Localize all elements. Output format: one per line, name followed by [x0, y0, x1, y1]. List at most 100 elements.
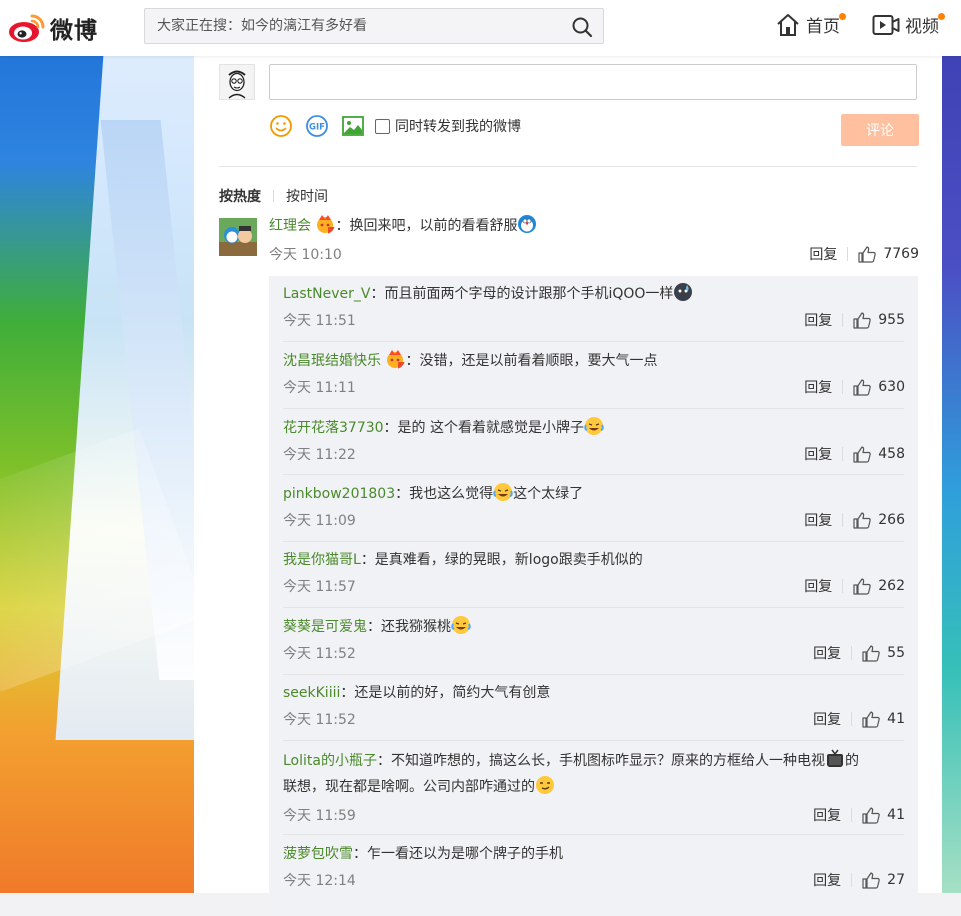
reply-time: 今天 11:09 [283, 513, 356, 529]
reply-actions: 回复 55 [813, 643, 905, 663]
laugh-cry-emoji-icon [584, 417, 604, 435]
like-button[interactable]: 630 [853, 378, 905, 396]
gif-icon[interactable]: GIF [305, 114, 329, 138]
reply-button[interactable]: 回复 [804, 377, 832, 397]
doraemon-emoji-icon [518, 215, 537, 233]
like-button[interactable]: 262 [853, 577, 905, 595]
reply-button[interactable]: 回复 [813, 805, 841, 825]
sort-by-hot-tab[interactable]: 按热度 [219, 186, 261, 206]
reply-username[interactable]: 菠萝包吹雪 [283, 846, 353, 862]
thumbs-up-icon [862, 806, 880, 824]
reply-time: 今天 11:51 [283, 313, 356, 329]
reply-item: seekKiiii：还是以前的好，简约大气有创意 今天 11:52 回复 41 [283, 682, 905, 741]
reply-username[interactable]: 我是你猫哥L [283, 552, 361, 568]
reply-button[interactable]: 回复 [813, 870, 841, 890]
search-icon[interactable] [571, 16, 593, 38]
comment-time: 今天 10:10 [269, 247, 342, 263]
reply-text-line2: 联想，现在都是啥啊。公司内部咋通过的 [283, 779, 535, 795]
like-count: 55 [887, 645, 905, 661]
comment-username[interactable]: 红理会 [269, 218, 311, 234]
like-count: 27 [887, 872, 905, 888]
reply-username[interactable]: 葵葵是可爱鬼 [283, 619, 367, 635]
reply-text: ：而且前面两个字母的设计跟那个手机iQOO一样 [370, 286, 674, 302]
repost-checkbox[interactable] [375, 118, 390, 134]
reply-actions: 回复 955 [804, 310, 905, 330]
reply-username[interactable]: LastNever_V [283, 286, 370, 302]
vip-badge-icon [317, 215, 336, 234]
comment-input[interactable] [269, 64, 917, 100]
like-count: 262 [878, 578, 905, 594]
avatar-face-icon [228, 70, 246, 99]
composer-tools: GIF 同时转发到我的微博 [269, 114, 521, 138]
thumbs-up-icon [853, 378, 871, 396]
reply-button[interactable]: 回复 [813, 709, 841, 729]
reply-item: 葵葵是可爱鬼：还我猕猴桃 今天 11:52 回复 55 [283, 615, 905, 675]
reply-text: ：是的 这个看着就感觉是小牌子 [383, 420, 584, 436]
comment-actions: 回复 7769 [809, 244, 919, 264]
reply-button[interactable]: 回复 [813, 643, 841, 663]
like-count: 41 [887, 711, 905, 727]
reply-text: ：乍一看还以为是哪个牌子的手机 [353, 846, 563, 862]
reply-username[interactable]: pinkbow201803 [283, 486, 395, 502]
reply-actions: 回复 27 [813, 870, 905, 890]
like-count: 458 [878, 446, 905, 462]
reply-username[interactable]: 沈昌珉结婚快乐 [283, 353, 381, 369]
nav-home[interactable]: 首页 [775, 12, 846, 37]
like-button[interactable]: 266 [853, 511, 905, 529]
nav-video-label: 视频 [905, 17, 939, 37]
reply-item: 菠萝包吹雪：乍一看还以为是哪个牌子的手机 今天 12:14 回复 27 [283, 843, 905, 901]
logo-text: 微博 [50, 17, 98, 44]
reply-actions: 回复 41 [813, 709, 905, 729]
nav-video[interactable]: 视频 [872, 12, 945, 37]
like-button[interactable]: 41 [862, 806, 905, 824]
thumbs-up-icon [862, 710, 880, 728]
doraemon-avatar-icon [219, 218, 257, 256]
weibo-logo[interactable]: 微博 [8, 8, 98, 48]
home-icon [777, 13, 799, 36]
reply-item: pinkbow201803：我也这么觉得 这个太绿了 今天 11:09 回复 26… [283, 482, 905, 542]
search-bar [144, 8, 604, 44]
like-button[interactable]: 955 [853, 311, 905, 329]
reply-username[interactable]: 花开花落37730 [283, 420, 384, 436]
vip-badge-icon [387, 350, 406, 369]
submit-comment-button[interactable]: 评论 [841, 114, 919, 146]
image-icon[interactable] [341, 114, 365, 138]
reply-button[interactable]: 回复 [804, 444, 832, 464]
reply-username[interactable]: seekKiiii [283, 685, 340, 701]
background-art-right [941, 0, 961, 893]
like-button[interactable]: 41 [862, 710, 905, 728]
like-button[interactable]: 7769 [858, 245, 919, 263]
reply-button[interactable]: 回复 [804, 510, 832, 530]
comment-text: ：换回来吧，以前的看看舒服 [335, 218, 518, 234]
thumbs-up-icon [853, 311, 871, 329]
sort-tabs: 按热度 按时间 [219, 186, 328, 206]
reply-time: 今天 12:14 [283, 873, 356, 889]
repost-option[interactable]: 同时转发到我的微博 [375, 116, 521, 136]
like-button[interactable]: 27 [862, 871, 905, 889]
reply-button[interactable]: 回复 [809, 244, 837, 264]
reply-button[interactable]: 回复 [804, 576, 832, 596]
divider [219, 166, 917, 167]
like-button[interactable]: 55 [862, 644, 905, 662]
like-count: 7769 [883, 246, 919, 262]
reply-time: 今天 11:11 [283, 380, 356, 396]
my-avatar[interactable] [219, 64, 255, 100]
avatar[interactable] [219, 218, 257, 256]
background-art-left [0, 0, 200, 893]
repost-label: 同时转发到我的微博 [395, 119, 521, 135]
reply-button[interactable]: 回复 [804, 310, 832, 330]
reply-item: 沈昌珉结婚快乐 ：没错，还是以前看着顺眼，要大气一点 今天 11:11 回复 6… [283, 349, 905, 409]
reply-text: ：还我猕猴桃 [367, 619, 451, 635]
emoji-icon[interactable] [269, 114, 293, 138]
like-button[interactable]: 458 [853, 445, 905, 463]
reply-actions: 回复 630 [804, 377, 905, 397]
like-count: 955 [878, 312, 905, 328]
reply-text: ：没错，还是以前看着顺眼，要大气一点 [405, 353, 658, 369]
thumbs-up-icon [862, 644, 880, 662]
reply-username[interactable]: Lolita的小瓶子 [283, 753, 377, 769]
sort-by-time-tab[interactable]: 按时间 [286, 186, 328, 206]
reply-item: LastNever_V：而且前面两个字母的设计跟那个手机iQOO一样 今天 11… [283, 282, 905, 342]
search-input[interactable] [145, 9, 557, 43]
reply-actions: 回复 266 [804, 510, 905, 530]
top-bar: 微博 首页 视频 [0, 0, 961, 56]
